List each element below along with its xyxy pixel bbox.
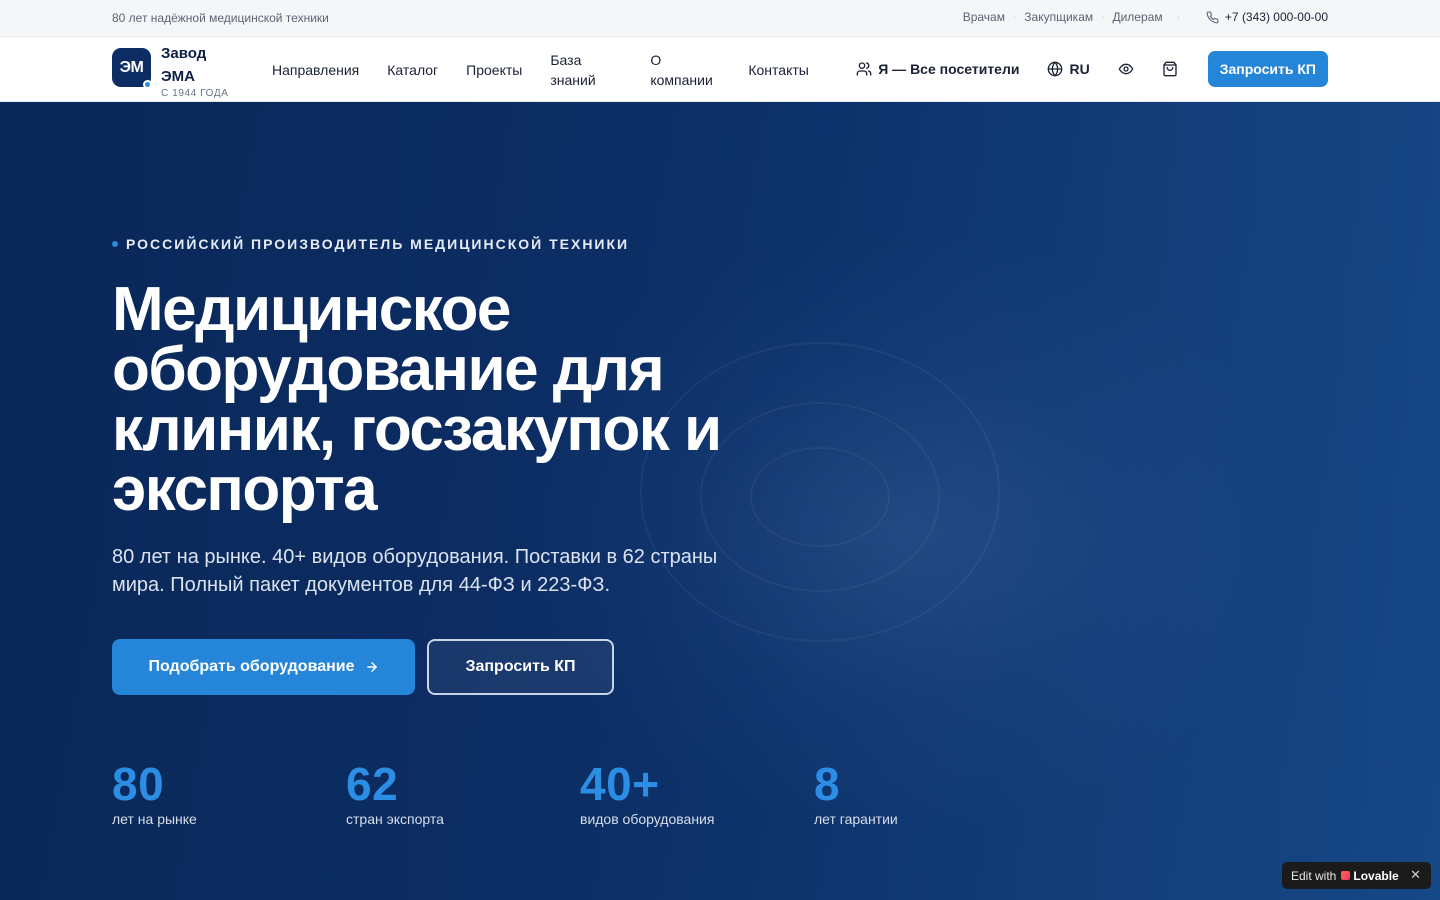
stat-label: лет на рынке bbox=[112, 811, 197, 827]
pick-equipment-button[interactable]: Подобрать оборудование bbox=[112, 639, 415, 695]
main-navigation: ЭМ Завод ЭМА С 1944 ГОДА Направления Кат… bbox=[0, 37, 1440, 102]
brand-line-1: Завод bbox=[161, 45, 207, 62]
utility-links: Врачам · Закупщикам · Дилерам · +7 (343)… bbox=[963, 10, 1328, 24]
stats-row: 80 лет на рынке 62 стран экспорта 40+ ви… bbox=[112, 757, 1048, 827]
nav-tools: Я — Все посетители RU Запросить КП bbox=[856, 51, 1328, 87]
globe-icon bbox=[1048, 61, 1063, 77]
hero-lead: 80 лет на рынке. 40+ видов оборудования.… bbox=[112, 546, 718, 596]
stat-item: 8 лет гарантии bbox=[814, 757, 1048, 827]
hero-headline: Медицинское оборудование для клиник, гос… bbox=[112, 275, 722, 524]
audience-label: Я — Все посетители bbox=[878, 61, 1020, 77]
stat-label: стран экспорта bbox=[346, 811, 444, 827]
separator: · bbox=[1176, 11, 1180, 23]
nav-item-directions[interactable]: Направления bbox=[272, 60, 359, 80]
pick-equipment-label: Подобрать оборудование bbox=[148, 658, 355, 675]
link-dealers[interactable]: Дилерам bbox=[1112, 10, 1162, 24]
accessibility-button[interactable] bbox=[1118, 61, 1140, 77]
stat-item: 80 лет на рынке bbox=[112, 757, 346, 827]
hero-eyebrow-text: РОССИЙСКИЙ ПРОИЗВОДИТЕЛЬ МЕДИЦИНСКОЙ ТЕХ… bbox=[126, 236, 630, 252]
hero-eyebrow: РОССИЙСКИЙ ПРОИЗВОДИТЕЛЬ МЕДИЦИНСКОЙ ТЕХ… bbox=[112, 236, 629, 252]
stat-item: 40+ видов оборудования bbox=[580, 757, 814, 827]
nav-item-contacts[interactable]: Контакты bbox=[748, 60, 808, 80]
cart-icon bbox=[1163, 61, 1177, 77]
stat-item: 62 стран экспорта bbox=[346, 757, 580, 827]
phone-number: +7 (343) 000-00-00 bbox=[1224, 10, 1328, 24]
request-quote-hero-button[interactable]: Запросить КП bbox=[427, 639, 614, 695]
stat-value: 62 bbox=[346, 758, 399, 810]
brand-name[interactable]: Завод ЭМА С 1944 ГОДА bbox=[161, 42, 241, 99]
stat-label: видов оборудования bbox=[580, 811, 715, 827]
language-label: RU bbox=[1069, 61, 1090, 77]
arrow-right-icon bbox=[366, 662, 377, 672]
close-icon[interactable]: ✕ bbox=[1410, 867, 1421, 883]
audience-selector[interactable]: Я — Все посетители bbox=[856, 61, 1019, 77]
stat-value: 40+ bbox=[580, 758, 660, 810]
link-buyers[interactable]: Закупщикам bbox=[1024, 10, 1093, 24]
logo-dot bbox=[143, 80, 152, 89]
link-doctors[interactable]: Врачам bbox=[963, 10, 1005, 24]
separator: · bbox=[1101, 11, 1105, 23]
nav-item-catalog[interactable]: Каталог bbox=[387, 60, 438, 80]
bullet-dot bbox=[112, 241, 118, 247]
hero-section: РОССИЙСКИЙ ПРОИЗВОДИТЕЛЬ МЕДИЦИНСКОЙ ТЕХ… bbox=[0, 102, 1440, 900]
cart-button[interactable] bbox=[1162, 61, 1184, 77]
lovable-brand-text: Lovable bbox=[1353, 868, 1399, 883]
nav-item-knowledge-base[interactable]: База знаний bbox=[550, 50, 622, 90]
utility-bar: 80 лет надёжной медицинской техники Врач… bbox=[0, 0, 1440, 37]
separator: · bbox=[1012, 11, 1017, 23]
users-icon bbox=[856, 62, 872, 76]
phone-icon bbox=[1206, 11, 1219, 23]
stat-value: 8 bbox=[814, 758, 841, 810]
tagline: 80 лет надёжной медицинской техники bbox=[112, 11, 329, 25]
phone-link[interactable]: +7 (343) 000-00-00 bbox=[1206, 10, 1328, 24]
nav-menu: Направления Каталог Проекты База знаний … bbox=[272, 37, 837, 102]
badge-prefix: Edit with bbox=[1291, 868, 1337, 883]
brand-since: С 1944 ГОДА bbox=[161, 88, 229, 99]
nav-item-about[interactable]: О компании bbox=[650, 50, 720, 90]
lovable-brand: Lovable bbox=[1341, 868, 1399, 883]
nav-item-projects[interactable]: Проекты bbox=[466, 60, 522, 80]
stat-value: 80 bbox=[112, 758, 165, 810]
request-quote-button[interactable]: Запросить КП bbox=[1207, 51, 1328, 87]
brand-line-2: ЭМА bbox=[161, 68, 195, 85]
stat-label: лет гарантии bbox=[814, 811, 898, 827]
edit-with-lovable-badge[interactable]: Edit with Lovable ✕ bbox=[1282, 862, 1431, 889]
eye-icon bbox=[1118, 63, 1134, 75]
language-selector[interactable]: RU bbox=[1047, 61, 1090, 77]
logo-mark: ЭМ bbox=[119, 58, 144, 76]
lovable-logo-icon bbox=[1341, 871, 1351, 880]
